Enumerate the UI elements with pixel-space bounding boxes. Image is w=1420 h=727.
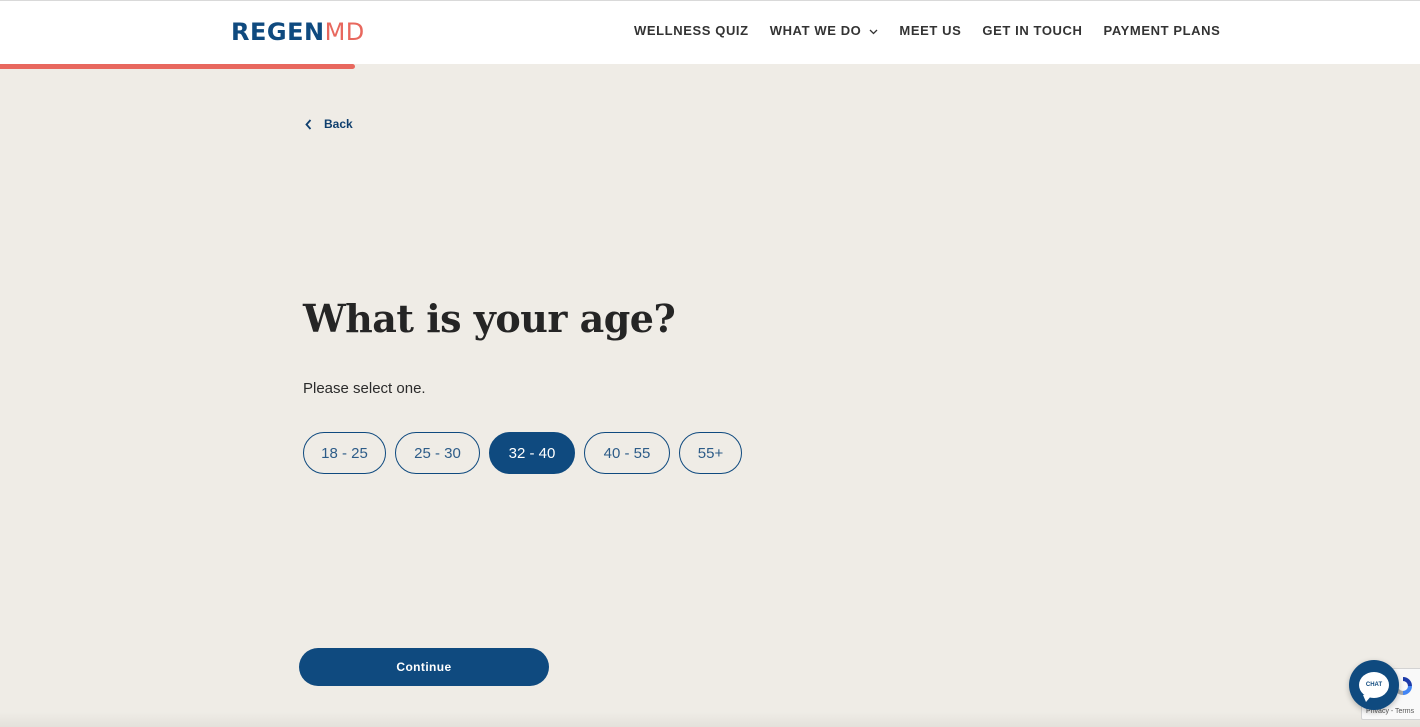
nav-what-we-do[interactable]: WHAT WE DO — [770, 23, 879, 38]
top-navbar: REGEN MD WELLNESS QUIZ WHAT WE DO MEET US… — [0, 0, 1420, 64]
nav-payment-plans[interactable]: PAYMENT PLANS — [1104, 23, 1221, 38]
chat-bubble-icon: CHAT — [1359, 672, 1389, 702]
instruction-text: Please select one. — [303, 380, 426, 397]
nav-wellness-quiz-label: WELLNESS QUIZ — [634, 23, 749, 38]
age-option-32-40[interactable]: 32 - 40 — [489, 432, 575, 474]
continue-button[interactable]: Continue — [299, 648, 549, 686]
question-heading: What is your age? — [303, 296, 676, 341]
chevron-left-icon — [305, 118, 312, 130]
chevron-down-icon — [869, 23, 878, 38]
logo-md-text: MD — [324, 18, 365, 46]
nav-get-in-touch[interactable]: GET IN TOUCH — [982, 23, 1082, 38]
age-option-25-30[interactable]: 25 - 30 — [395, 432, 480, 474]
nav-meet-us-label: MEET US — [899, 23, 962, 38]
back-link-label: Back — [324, 117, 353, 131]
chat-label: CHAT — [1365, 682, 1383, 688]
regenmd-logo[interactable]: REGEN MD — [231, 18, 365, 48]
quiz-progress-bar — [0, 64, 1420, 69]
age-option-40-55[interactable]: 40 - 55 — [584, 432, 670, 474]
age-options: 18 - 25 25 - 30 32 - 40 40 - 55 55+ — [303, 432, 751, 474]
logo-regen-text: REGEN — [231, 18, 325, 46]
age-option-55-plus[interactable]: 55+ — [679, 432, 742, 474]
nav-get-in-touch-label: GET IN TOUCH — [982, 23, 1083, 38]
main-nav: WELLNESS QUIZ WHAT WE DO MEET US GET IN … — [634, 23, 1220, 38]
chat-launcher-button[interactable]: CHAT — [1349, 660, 1399, 710]
age-option-18-25[interactable]: 18 - 25 — [303, 432, 386, 474]
back-link[interactable]: Back — [305, 117, 353, 131]
page-bottom-edge — [0, 712, 1420, 727]
nav-wellness-quiz[interactable]: WELLNESS QUIZ — [634, 23, 749, 38]
nav-payment-plans-label: PAYMENT PLANS — [1103, 23, 1221, 38]
quiz-progress-fill — [0, 64, 355, 69]
nav-meet-us[interactable]: MEET US — [899, 23, 961, 38]
nav-what-we-do-label: WHAT WE DO — [769, 23, 862, 38]
